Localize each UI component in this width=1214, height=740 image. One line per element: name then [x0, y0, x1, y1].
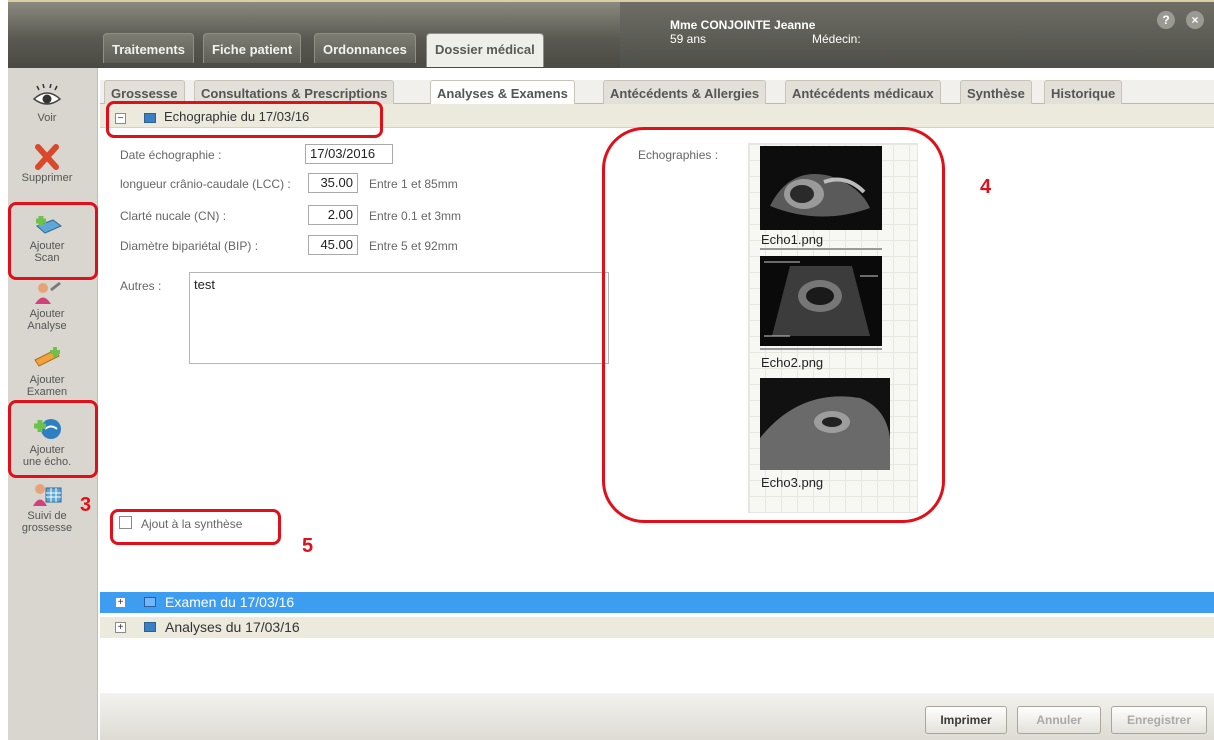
highlight-ajout-synthese	[110, 509, 281, 545]
annotation-4: 4	[980, 176, 992, 198]
subtab-synthese[interactable]: Synthèse	[960, 80, 1032, 104]
subtab-antecedents-medicaux[interactable]: Antécédents médicaux	[785, 80, 941, 104]
patient-age: 59 ans	[670, 32, 707, 46]
suivi-grossesse-button[interactable]: Suivi de grossesse	[4, 476, 90, 534]
pregnancy-tracking-icon	[33, 484, 62, 506]
tab-dossier-medical[interactable]: Dossier médical	[426, 33, 544, 67]
expand-toggle[interactable]: +	[115, 622, 126, 633]
autres-textarea[interactable]: test	[189, 272, 609, 364]
help-icon[interactable]: ?	[1157, 11, 1175, 29]
add-exam-icon	[34, 347, 60, 367]
annotation-5: 5	[302, 535, 314, 557]
ajouter-analyse-button[interactable]: Ajouter Analyse	[4, 274, 90, 332]
delete-x-icon	[35, 144, 59, 170]
cn-field[interactable]: 2.00	[308, 205, 358, 225]
suivi-grossesse-label: Suivi de grossesse	[21, 510, 73, 534]
supprimer-button[interactable]: Supprimer	[4, 138, 90, 196]
patient-name: Mme CONJOINTE Jeanne	[670, 18, 816, 32]
bip-hint: Entre 5 et 92mm	[369, 239, 458, 253]
lcc-label: longueur crânio-caudale (LCC) :	[120, 177, 291, 191]
table-icon	[144, 622, 156, 632]
lcc-hint: Entre 1 et 85mm	[369, 177, 458, 191]
app-window: Mme CONJOINTE Jeanne 59 ans Médecin: ? ×…	[0, 0, 1214, 740]
bip-label: Diamètre bipariétal (BIP) :	[120, 239, 259, 253]
annuler-button[interactable]: Annuler	[1017, 706, 1101, 734]
date-label: Date échographie :	[120, 148, 222, 162]
highlight-echographie-title	[106, 101, 383, 138]
cn-hint: Entre 0.1 et 3mm	[369, 209, 462, 223]
highlight-ajouter-echo	[8, 400, 98, 478]
bip-field[interactable]: 45.00	[308, 235, 358, 255]
annotation-3: 3	[80, 494, 92, 516]
imprimer-button[interactable]: Imprimer	[925, 706, 1007, 734]
tab-fiche-patient[interactable]: Fiche patient	[203, 33, 302, 63]
patient-info-panel	[620, 2, 1214, 70]
cn-label: Clarté nucale (CN) :	[120, 209, 227, 223]
eye-icon	[32, 84, 62, 105]
highlight-ajouter-scan	[8, 202, 98, 280]
subtab-analyses-examens[interactable]: Analyses & Examens	[430, 80, 575, 106]
ajouter-analyse-label: Ajouter Analyse	[27, 308, 67, 332]
tab-traitements[interactable]: Traitements	[103, 33, 194, 63]
ajouter-examen-label: Ajouter Examen	[26, 374, 68, 398]
examen-row-label: Examen du 17/03/16	[165, 594, 295, 610]
expand-toggle[interactable]: +	[115, 597, 126, 608]
analyses-row-label: Analyses du 17/03/16	[165, 619, 300, 635]
ajouter-examen-button[interactable]: Ajouter Examen	[4, 340, 90, 398]
voir-label: Voir	[37, 112, 57, 124]
lcc-field[interactable]: 35.00	[308, 173, 358, 193]
table-icon	[144, 597, 156, 607]
voir-button[interactable]: Voir	[4, 78, 90, 136]
date-field[interactable]: 17/03/2016	[305, 144, 393, 164]
subtab-historique[interactable]: Historique	[1044, 80, 1123, 104]
supprimer-label: Supprimer	[21, 172, 73, 184]
subtab-antecedents-allergies[interactable]: Antécédents & Allergies	[603, 80, 767, 104]
close-icon[interactable]: ×	[1186, 11, 1204, 29]
doctor-label: Médecin:	[812, 32, 861, 46]
enregistrer-button[interactable]: Enregistrer	[1111, 706, 1207, 734]
autres-label: Autres :	[120, 279, 162, 293]
add-analysis-icon	[35, 281, 61, 304]
tab-ordonnances[interactable]: Ordonnances	[314, 33, 416, 63]
highlight-echographies	[602, 127, 945, 523]
